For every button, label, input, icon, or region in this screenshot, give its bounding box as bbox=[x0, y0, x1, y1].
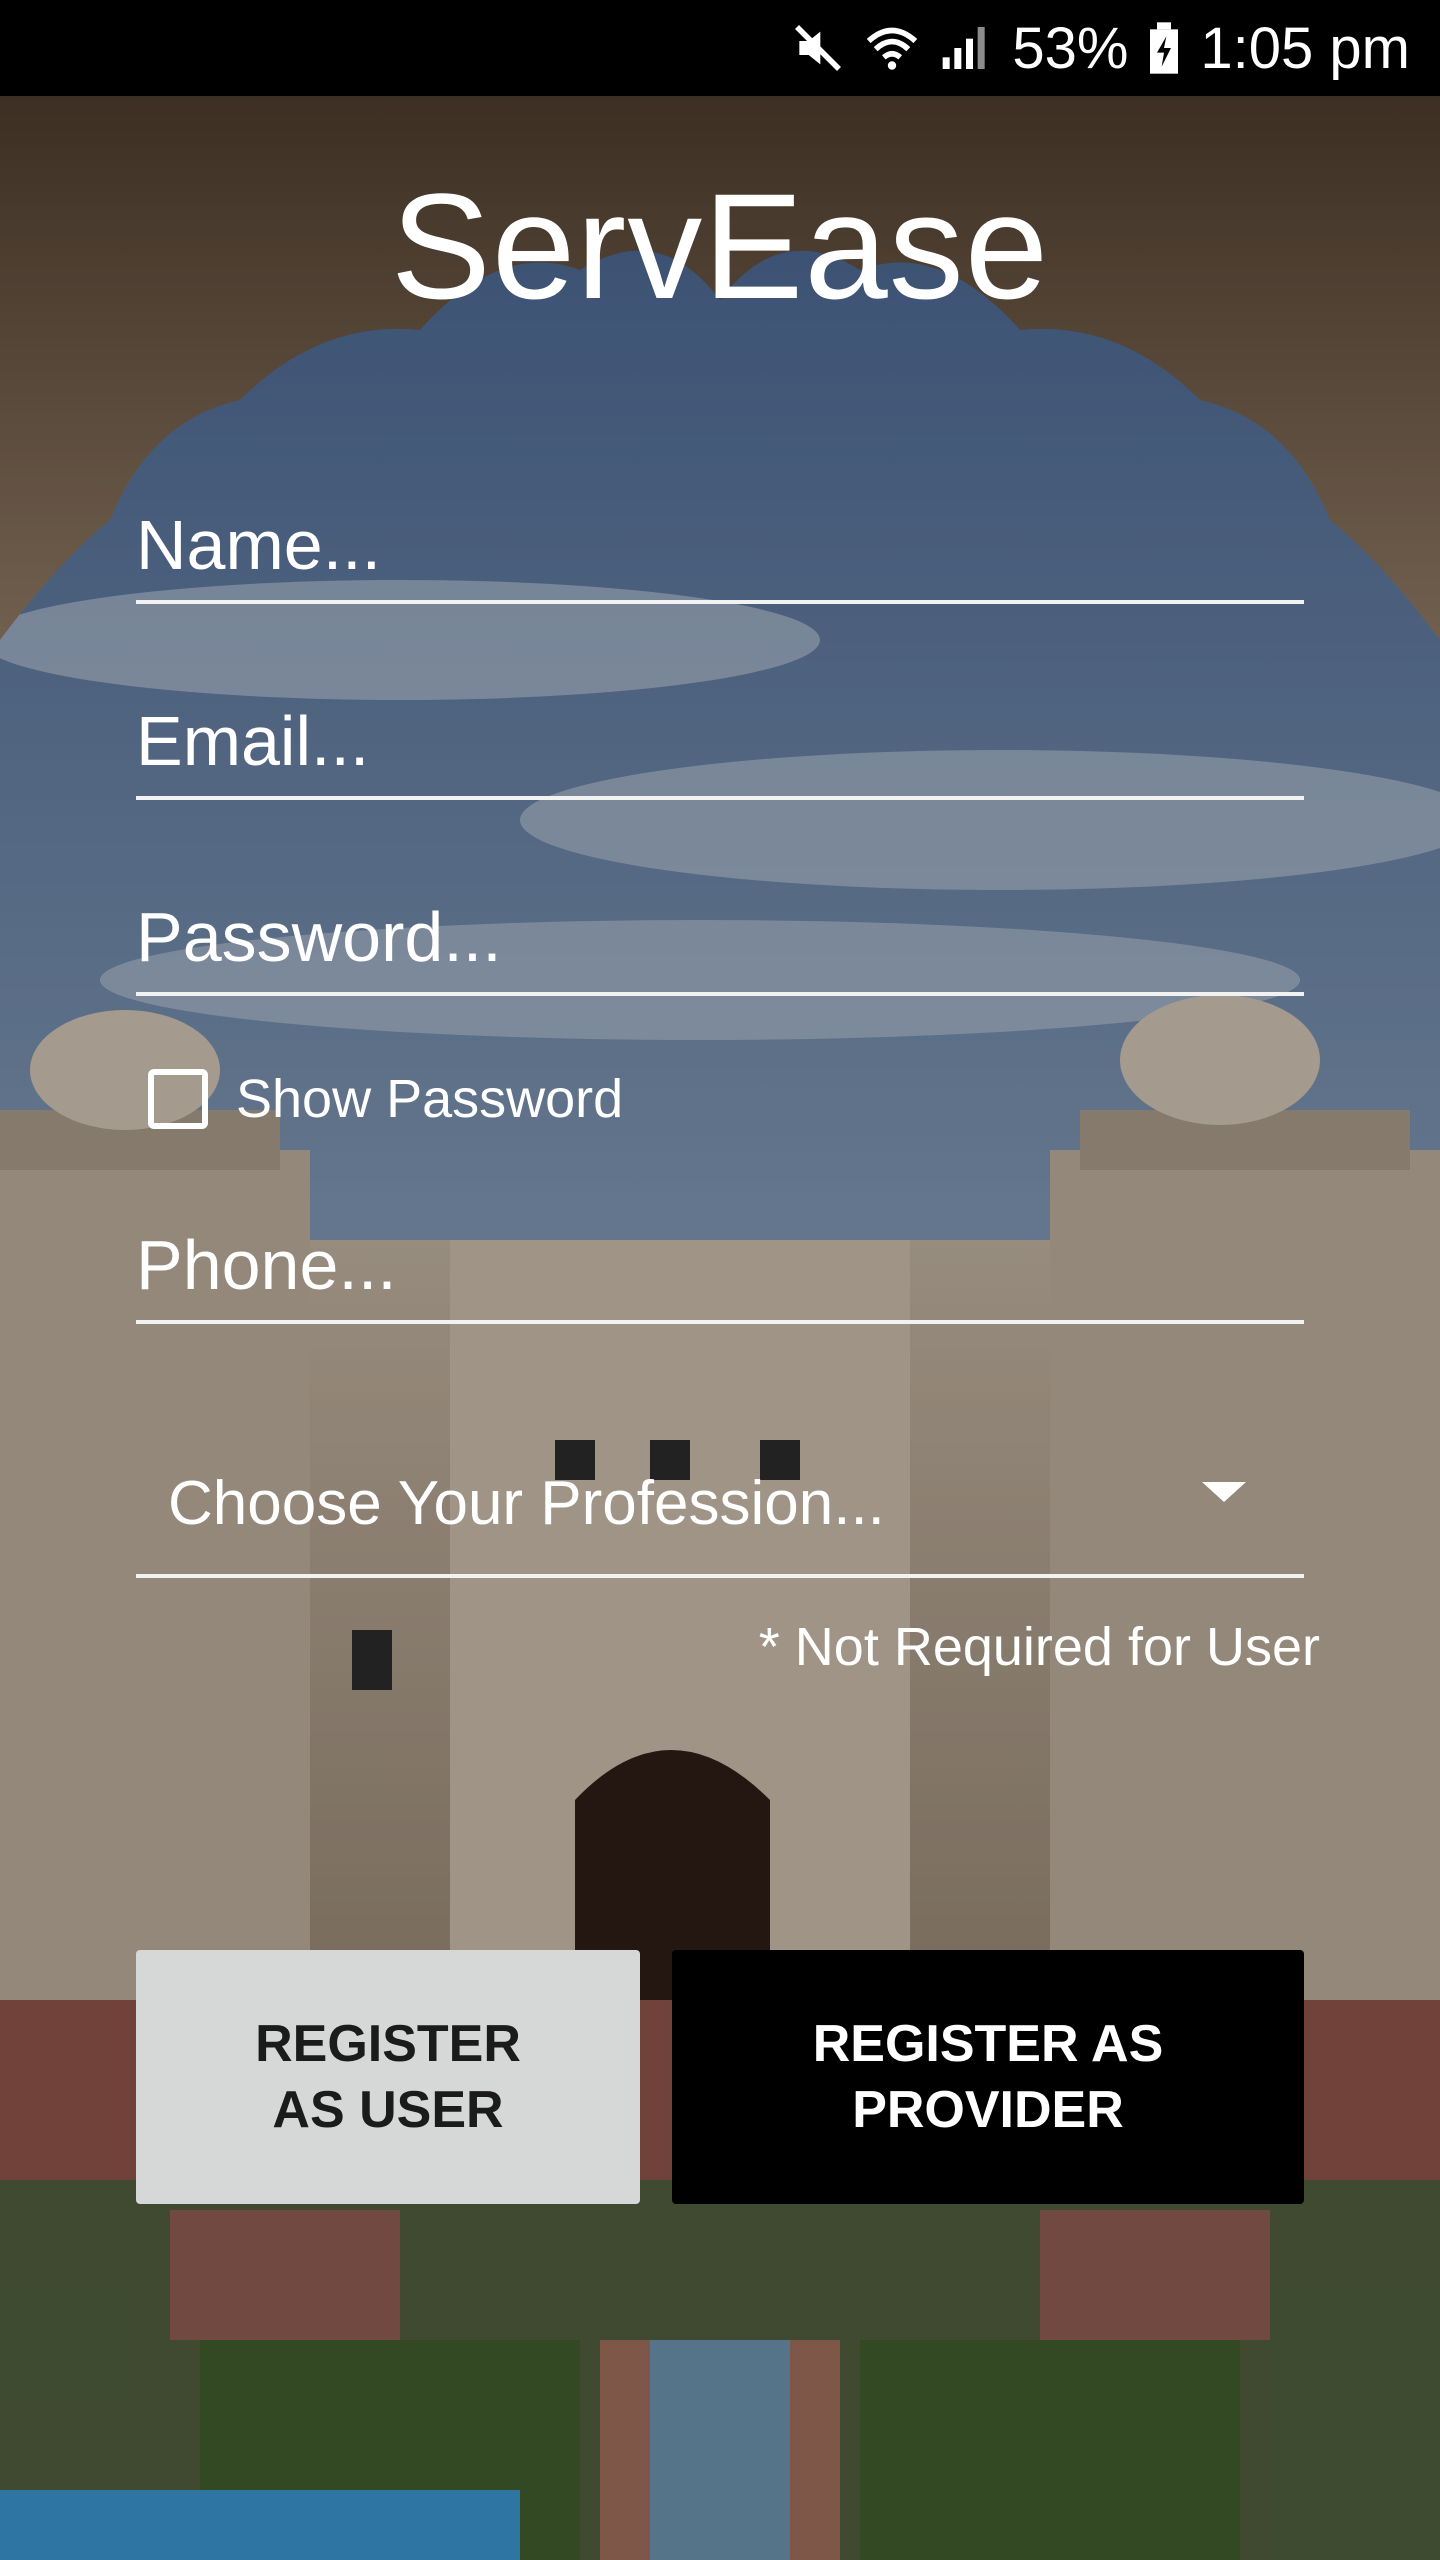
phone-input[interactable] bbox=[136, 1210, 1304, 1320]
app-title: ServEase bbox=[390, 162, 1050, 330]
show-password-checkbox[interactable] bbox=[148, 1069, 208, 1129]
status-bar: 53% 1:05 pm bbox=[0, 0, 1440, 96]
show-password-toggle[interactable]: Show Password bbox=[148, 1068, 623, 1130]
password-field[interactable] bbox=[136, 882, 1304, 996]
name-field[interactable] bbox=[136, 490, 1304, 604]
phone-field[interactable] bbox=[136, 1210, 1304, 1324]
mute-icon bbox=[790, 20, 846, 76]
register-as-user-button[interactable]: REGISTER AS USER bbox=[136, 1950, 640, 2204]
battery-charging-icon bbox=[1146, 20, 1182, 76]
show-password-label: Show Password bbox=[236, 1069, 624, 1129]
profession-select[interactable]: Choose Your Profession... bbox=[136, 1440, 1304, 1578]
name-input[interactable] bbox=[136, 490, 1304, 600]
battery-percent: 53% bbox=[1012, 15, 1129, 81]
register-as-provider-button[interactable]: REGISTER AS PROVIDER bbox=[672, 1950, 1304, 2204]
app-screen: 53% 1:05 pm ServEase Show Password Choos… bbox=[0, 0, 1440, 2560]
wifi-icon bbox=[864, 20, 920, 76]
cell-signal-icon bbox=[938, 20, 994, 76]
clock-time: 1:05 pm bbox=[1200, 15, 1410, 81]
chevron-down-icon[interactable] bbox=[1202, 1482, 1246, 1502]
profession-note: * Not Required for User bbox=[758, 1617, 1320, 1677]
password-input[interactable] bbox=[136, 882, 1304, 992]
email-field[interactable] bbox=[136, 686, 1304, 800]
profession-select-label: Choose Your Profession... bbox=[168, 1469, 885, 1538]
email-input[interactable] bbox=[136, 686, 1304, 796]
